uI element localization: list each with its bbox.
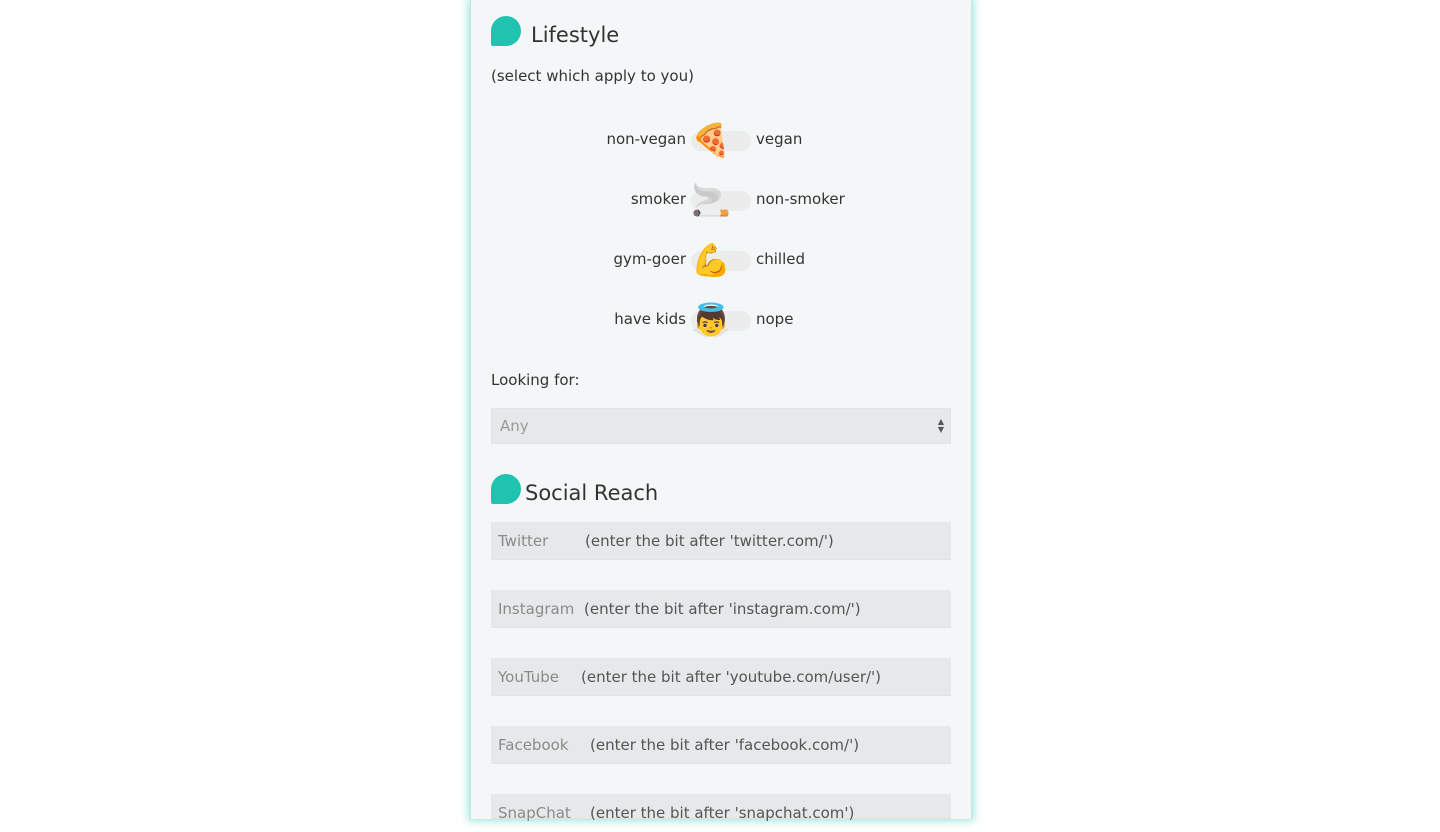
looking-for-select[interactable]: Any ▲ ▼ <box>491 408 951 444</box>
toggle-left-label: non-vegan <box>606 130 686 148</box>
instagram-label: Instagram <box>498 600 575 618</box>
toggle-left-label: have kids <box>614 310 686 328</box>
twitter-input[interactable] <box>585 522 945 560</box>
toggle-gym[interactable]: gym-goer 💪 chilled <box>471 240 971 280</box>
toggle-right-label: nope <box>756 310 794 328</box>
select-arrows-icon: ▲ ▼ <box>937 417 945 434</box>
lifestyle-header: Lifestyle <box>491 16 619 46</box>
snapchat-field[interactable]: SnapChat <box>491 794 951 832</box>
toggle-right-label: chilled <box>756 250 806 268</box>
youtube-field[interactable]: YouTube <box>491 658 951 696</box>
toggle-right-label: vegan <box>756 130 803 148</box>
youtube-input[interactable] <box>581 658 946 696</box>
toggle-smoker[interactable]: smoker 🚬 non-smoker <box>471 180 971 220</box>
looking-for-value: Any <box>500 417 529 435</box>
toggle-left-label: gym-goer <box>613 250 686 268</box>
looking-for-label: Looking for: <box>491 371 580 389</box>
snapchat-label: SnapChat <box>498 804 571 822</box>
speech-bubble-icon <box>491 16 521 46</box>
form-panel: Lifestyle (select which apply to you) no… <box>470 0 972 832</box>
social-title: Social Reach <box>525 481 659 505</box>
twitter-label: Twitter <box>498 532 549 550</box>
youtube-label: YouTube <box>498 668 559 686</box>
cigarette-icon[interactable]: 🚬 <box>691 180 731 220</box>
facebook-label: Facebook <box>498 736 569 754</box>
instagram-field[interactable]: Instagram <box>491 590 951 628</box>
social-header: Social Reach <box>491 474 658 504</box>
toggle-vegan[interactable]: non-vegan 🍕 vegan <box>471 120 971 160</box>
baby-angel-icon[interactable]: 👼 <box>691 300 731 340</box>
speech-bubble-icon <box>491 474 521 504</box>
facebook-input[interactable] <box>590 726 945 764</box>
toggle-right-label: non-smoker <box>756 190 845 208</box>
facebook-field[interactable]: Facebook <box>491 726 951 764</box>
lifestyle-subtitle: (select which apply to you) <box>491 67 694 85</box>
lifestyle-title: Lifestyle <box>531 23 620 47</box>
twitter-field[interactable]: Twitter <box>491 522 951 560</box>
toggle-kids[interactable]: have kids 👼 nope <box>471 300 971 340</box>
flexed-biceps-icon[interactable]: 💪 <box>691 240 731 280</box>
snapchat-input[interactable] <box>590 794 945 832</box>
toggle-left-label: smoker <box>630 190 686 208</box>
pizza-icon[interactable]: 🍕 <box>691 120 731 160</box>
instagram-input[interactable] <box>584 590 944 628</box>
